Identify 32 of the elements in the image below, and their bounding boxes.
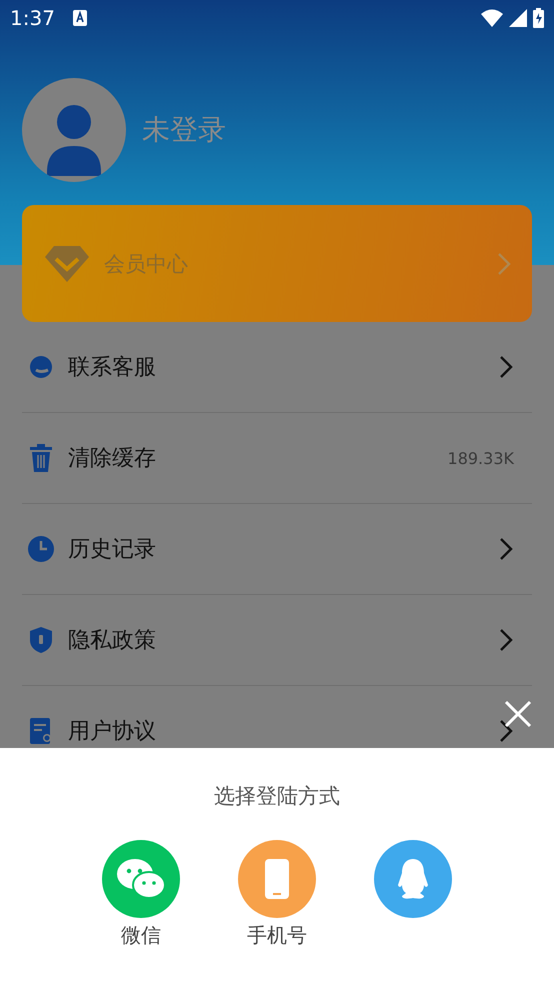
login-option-label[interactable]: 微信 [121,922,161,949]
menu-label: 用户协议 [68,718,157,746]
chevron-icon [498,537,514,561]
menu-label: 联系客服 [68,354,157,382]
battery-icon [533,8,544,28]
sheet-title: 选择登陆方式 [214,783,340,810]
chevron-icon [498,628,514,652]
status-time: 1:37 [10,6,55,30]
signal-icon [509,9,527,27]
menu-row[interactable]: 清除缓存 189.33K [22,413,532,504]
shield-icon [28,626,54,654]
diamond-icon [44,244,90,282]
chevron-icon [498,719,514,743]
member-center-label: 会员中心 [104,250,189,278]
chevron-icon [498,355,514,379]
chat-bubbles-icon [116,858,166,900]
trash-icon [28,444,54,472]
menu-label: 清除缓存 [68,445,157,473]
menu-label: 隐私政策 [68,627,157,655]
clock-icon [28,535,54,563]
menu-label: 历史记录 [68,536,157,564]
phone-icon [264,858,290,900]
menu-row[interactable]: 联系客服 [22,322,532,413]
penguin-icon [395,857,431,901]
wifi-icon [481,9,503,27]
login-option-label[interactable]: 手机号 [247,922,307,949]
menu-row[interactable]: 隐私政策 [22,595,532,686]
chevron-icon [496,252,512,276]
menu-row[interactable]: 历史记录 [22,504,532,595]
keyboard-notification-icon [72,10,87,26]
cache-size: 189.33K [448,448,514,468]
close-icon[interactable] [504,700,532,728]
